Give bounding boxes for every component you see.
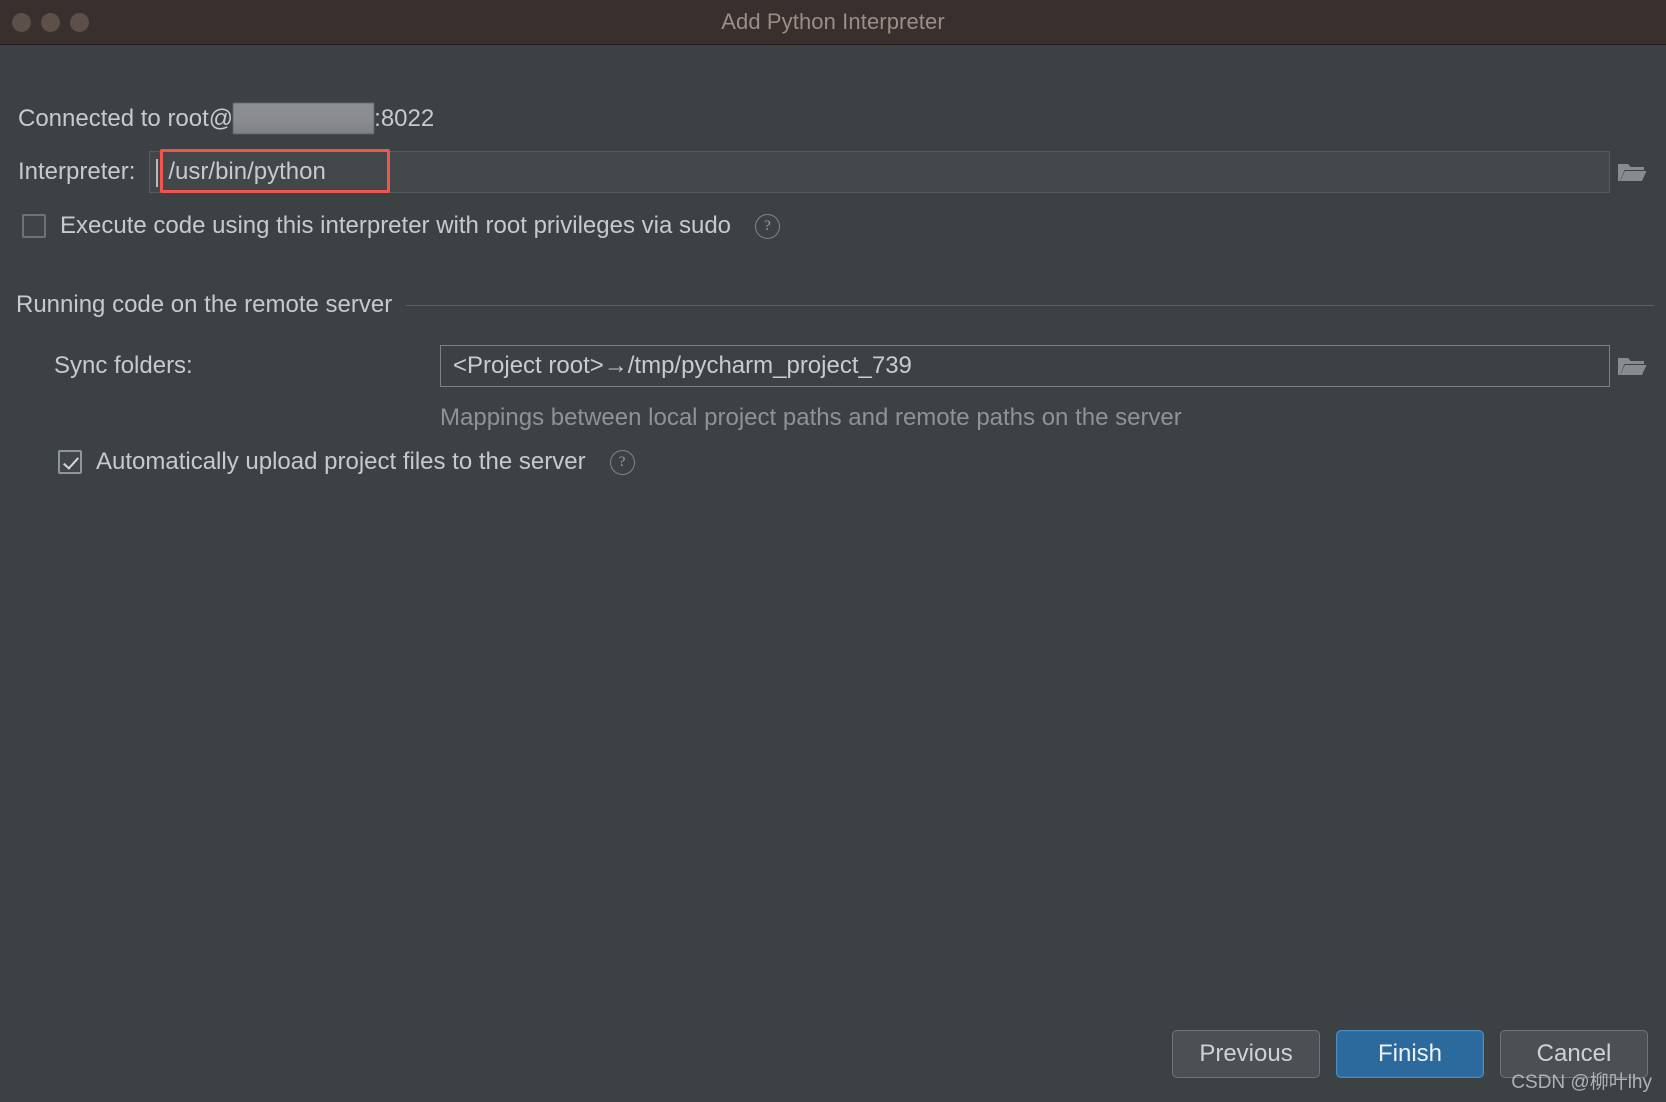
minimize-window-button[interactable] bbox=[41, 12, 60, 32]
window-title: Add Python Interpreter bbox=[721, 9, 945, 34]
sync-folders-label: Sync folders: bbox=[54, 352, 193, 379]
question-mark-icon[interactable]: ? bbox=[755, 213, 781, 239]
window-titlebar: Add Python Interpreter bbox=[0, 0, 1666, 45]
question-mark-icon[interactable]: ? bbox=[609, 449, 635, 475]
sudo-row: Execute code using this interpreter with… bbox=[22, 212, 781, 240]
connection-prefix: Connected to root@ bbox=[18, 104, 234, 132]
dialog-footer: Previous Finish Cancel CSDN @柳叶lhy bbox=[0, 1006, 1666, 1102]
sudo-checkbox-label: Execute code using this interpreter with… bbox=[60, 212, 732, 239]
connection-status: Connected to root@ :8022 bbox=[18, 103, 434, 134]
dialog-body: Connected to root@ :8022 Interpreter: /u… bbox=[0, 45, 1666, 1102]
sync-folders-value: <Project root>→/tmp/pycharm_project_739 bbox=[453, 352, 912, 379]
finish-button[interactable]: Finish bbox=[1336, 1030, 1484, 1078]
previous-button[interactable]: Previous bbox=[1172, 1030, 1320, 1078]
interpreter-row: Interpreter: /usr/bin/python bbox=[18, 151, 1654, 193]
close-window-button[interactable] bbox=[12, 12, 31, 32]
sync-folders-hint: Mappings between local project paths and… bbox=[440, 404, 1182, 431]
csdn-watermark: CSDN @柳叶lhy bbox=[1511, 1072, 1652, 1093]
traffic-light-group bbox=[12, 0, 89, 44]
auto-upload-checkbox[interactable] bbox=[58, 450, 82, 474]
interpreter-browse-button[interactable] bbox=[1610, 152, 1654, 192]
auto-upload-checkbox-label: Automatically upload project files to th… bbox=[96, 448, 586, 475]
folder-open-icon bbox=[1618, 358, 1647, 375]
sync-folders-row: Sync folders: <Project root>→/tmp/pychar… bbox=[54, 345, 1654, 387]
sync-folders-input[interactable]: <Project root>→/tmp/pycharm_project_739 bbox=[440, 345, 1610, 387]
redacted-host bbox=[233, 103, 375, 134]
sync-folders-browse-button[interactable] bbox=[1610, 346, 1654, 386]
folder-open-icon bbox=[1618, 164, 1647, 181]
sudo-checkbox[interactable] bbox=[22, 214, 46, 238]
section-divider bbox=[406, 304, 1654, 306]
zoom-window-button[interactable] bbox=[70, 12, 89, 32]
interpreter-value: /usr/bin/python bbox=[168, 158, 326, 185]
interpreter-label: Interpreter: bbox=[18, 158, 136, 185]
connection-port: :8022 bbox=[374, 104, 435, 132]
add-python-interpreter-dialog: Add Python Interpreter Connected to root… bbox=[0, 0, 1666, 1102]
auto-upload-row: Automatically upload project files to th… bbox=[58, 448, 635, 476]
interpreter-input[interactable]: /usr/bin/python bbox=[149, 151, 1610, 193]
remote-server-section-header: Running code on the remote server bbox=[16, 291, 1654, 319]
remote-server-section-title: Running code on the remote server bbox=[16, 291, 393, 318]
text-caret bbox=[156, 159, 159, 187]
